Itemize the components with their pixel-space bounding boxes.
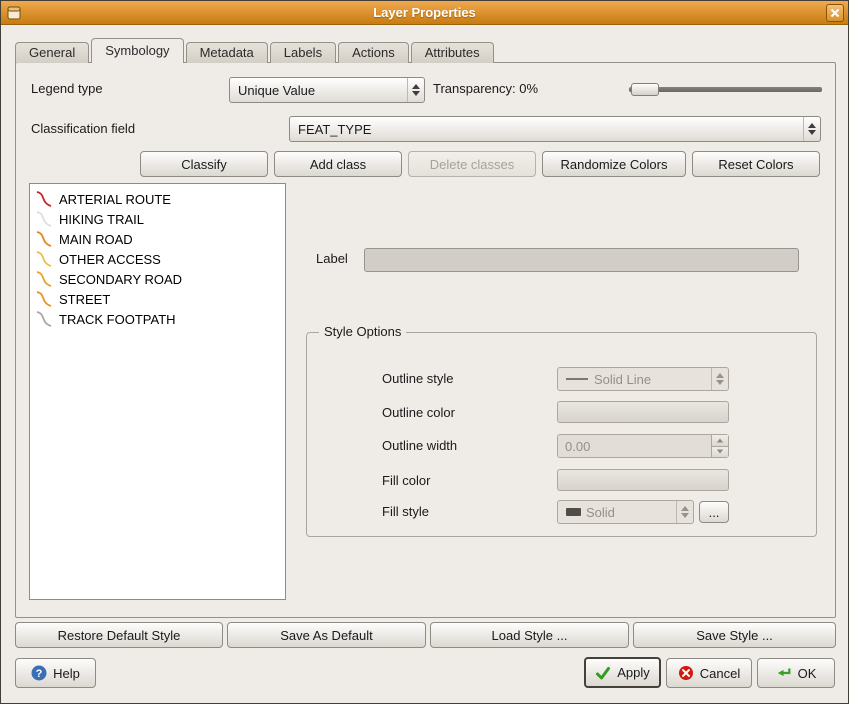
title-bar: Layer Properties (1, 1, 848, 25)
fill-style-label: Fill style (382, 500, 429, 524)
legend-type-value: Unique Value (230, 78, 407, 102)
classification-field-label: Classification field (31, 116, 135, 142)
tab-metadata[interactable]: Metadata (186, 42, 268, 63)
randomize-colors-button[interactable]: Randomize Colors (542, 151, 686, 177)
legend-class-row[interactable]: ARTERIAL ROUTE (30, 189, 285, 209)
svg-text:?: ? (36, 668, 43, 680)
add-class-button[interactable]: Add class (274, 151, 402, 177)
line-symbol-icon (34, 270, 54, 288)
spinner-down-icon (712, 447, 728, 458)
outline-style-label: Outline style (382, 367, 454, 391)
classification-field-value: FEAT_TYPE (290, 117, 803, 141)
cancel-icon (678, 665, 694, 681)
legend-class-label: ARTERIAL ROUTE (59, 192, 171, 207)
fill-color-button (557, 469, 729, 491)
fill-style-value: Solid (586, 505, 615, 520)
layer-properties-dialog: Layer Properties General Symbology Metad… (0, 0, 849, 704)
transparency-slider-handle[interactable] (631, 83, 659, 96)
legend-type-select[interactable]: Unique Value (229, 77, 425, 103)
legend-type-label: Legend type (31, 76, 103, 102)
line-symbol-icon (34, 290, 54, 308)
ok-enter-arrow-icon (776, 665, 792, 681)
fill-color-label: Fill color (382, 469, 430, 493)
legend-class-label: HIKING TRAIL (59, 212, 144, 227)
close-icon[interactable] (826, 4, 844, 22)
outline-width-value: 0.00 (558, 435, 711, 457)
spinner-up-icon (712, 435, 728, 447)
save-as-default-button[interactable]: Save As Default (227, 622, 426, 648)
classify-button[interactable]: Classify (140, 151, 268, 177)
delete-classes-button: Delete classes (408, 151, 536, 177)
load-style-button[interactable]: Load Style ... (430, 622, 629, 648)
help-button-label: Help (53, 666, 80, 681)
legend-class-label: SECONDARY ROAD (59, 272, 182, 287)
fill-style-select: Solid (557, 500, 694, 524)
label-field-label: Label (316, 247, 348, 271)
outline-color-button (557, 401, 729, 423)
ok-button-label: OK (798, 666, 817, 681)
line-symbol-icon (34, 250, 54, 268)
spinner-buttons (711, 435, 728, 457)
cancel-button[interactable]: Cancel (666, 658, 752, 688)
combo-arrows-icon (803, 117, 820, 141)
line-symbol-icon (34, 190, 54, 208)
line-symbol-icon (34, 310, 54, 328)
tab-labels[interactable]: Labels (270, 42, 336, 63)
combo-arrows-icon (711, 368, 728, 390)
legend-class-label: MAIN ROAD (59, 232, 133, 247)
window-title: Layer Properties (1, 5, 848, 20)
tab-bar: General Symbology Metadata Labels Action… (15, 38, 496, 63)
apply-check-icon (595, 665, 611, 681)
legend-class-list: ARTERIAL ROUTE HIKING TRAIL MAIN ROAD OT… (29, 183, 286, 600)
outline-width-spinner: 0.00 (557, 434, 729, 458)
tab-actions[interactable]: Actions (338, 42, 409, 63)
label-input (364, 248, 799, 272)
outline-style-value: Solid Line (594, 372, 651, 387)
legend-class-row[interactable]: SECONDARY ROAD (30, 269, 285, 289)
outline-width-label: Outline width (382, 434, 457, 458)
style-options-title: Style Options (319, 324, 406, 339)
tab-general[interactable]: General (15, 42, 89, 63)
save-style-button[interactable]: Save Style ... (633, 622, 836, 648)
outline-color-label: Outline color (382, 401, 455, 425)
restore-default-style-button[interactable]: Restore Default Style (15, 622, 223, 648)
transparency-label: Transparency: 0% (433, 76, 538, 102)
legend-class-row[interactable]: MAIN ROAD (30, 229, 285, 249)
apply-button[interactable]: Apply (584, 657, 661, 688)
cancel-button-label: Cancel (700, 666, 740, 681)
window-icon (7, 6, 21, 20)
combo-arrows-icon (676, 501, 693, 523)
legend-class-label: STREET (59, 292, 110, 307)
combo-arrows-icon (407, 78, 424, 102)
help-icon: ? (31, 665, 47, 681)
reset-colors-button[interactable]: Reset Colors (692, 151, 820, 177)
classification-field-select[interactable]: FEAT_TYPE (289, 116, 821, 142)
apply-button-label: Apply (617, 665, 650, 680)
fill-style-more-button[interactable]: ... (699, 501, 729, 523)
fill-swatch-icon (566, 508, 581, 516)
legend-class-row[interactable]: STREET (30, 289, 285, 309)
tab-attributes[interactable]: Attributes (411, 42, 494, 63)
outline-style-select: Solid Line (557, 367, 729, 391)
ok-button[interactable]: OK (757, 658, 835, 688)
tab-symbology[interactable]: Symbology (91, 38, 183, 63)
line-symbol-icon (34, 230, 54, 248)
line-symbol-icon (34, 210, 54, 228)
style-options-group: Style Options Outline style Solid Line O… (306, 332, 817, 537)
help-button[interactable]: ? Help (15, 658, 96, 688)
legend-class-label: TRACK FOOTPATH (59, 312, 176, 327)
line-swatch-icon (566, 378, 588, 380)
legend-class-row[interactable]: HIKING TRAIL (30, 209, 285, 229)
legend-class-row[interactable]: OTHER ACCESS (30, 249, 285, 269)
legend-class-row[interactable]: TRACK FOOTPATH (30, 309, 285, 329)
legend-class-label: OTHER ACCESS (59, 252, 161, 267)
